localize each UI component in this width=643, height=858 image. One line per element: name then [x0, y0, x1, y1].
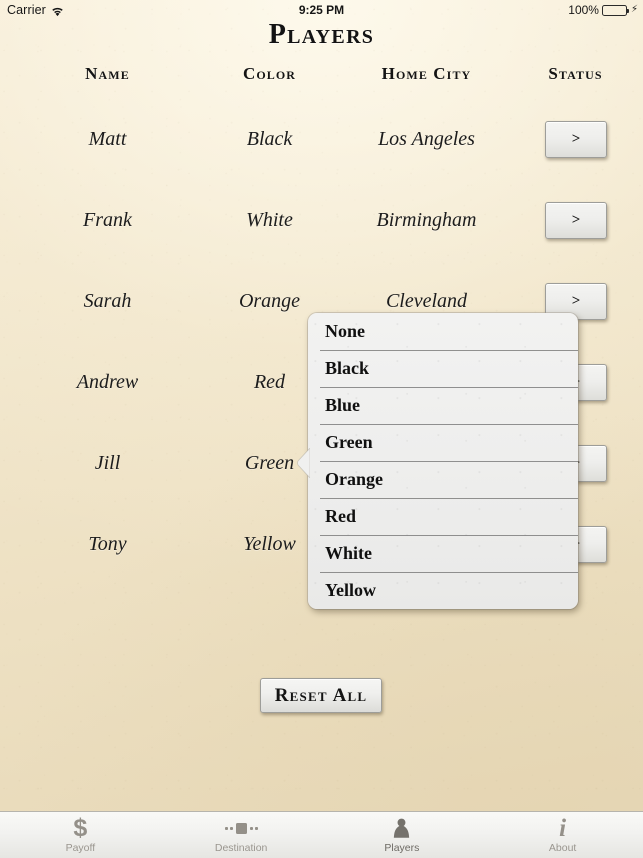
status-button[interactable]: >	[545, 202, 607, 239]
reset-all-button[interactable]: Reset All	[260, 678, 382, 713]
tab-about[interactable]: i About	[482, 812, 643, 858]
player-color[interactable]: White	[192, 199, 347, 241]
status-button[interactable]: >	[545, 121, 607, 158]
pawn-icon	[385, 816, 419, 841]
player-name: Tony	[88, 533, 127, 555]
battery-icon	[601, 4, 629, 16]
tab-bar: $ Payoff Destination Players i About	[0, 811, 643, 858]
player-name: Jill	[94, 452, 121, 474]
tab-players-label: Players	[384, 842, 420, 854]
popover-option-green[interactable]: Green	[308, 424, 578, 461]
player-name: Matt	[88, 128, 127, 150]
dollar-sign-icon: $	[73, 814, 88, 842]
player-name: Andrew	[76, 371, 139, 393]
status-bar-time: 9:25 PM	[298, 3, 345, 17]
status-bar: Carrier 9:25 PM 100% ⚡	[0, 0, 643, 20]
player-name: Frank	[83, 209, 132, 231]
info-icon: i	[559, 815, 567, 842]
popover-option-red[interactable]: Red	[308, 498, 578, 535]
table-row: Matt Black Los Angeles >	[0, 118, 643, 160]
popover-option-none[interactable]: None	[308, 313, 578, 350]
popover-option-yellow[interactable]: Yellow	[308, 572, 578, 609]
color-picker-popover: None Black Blue Green Orange Red White Y…	[308, 313, 578, 609]
route-marker-icon	[224, 816, 258, 841]
battery-percent-label: 100%	[568, 3, 599, 17]
popover-option-blue[interactable]: Blue	[308, 387, 578, 424]
tab-payoff[interactable]: $ Payoff	[0, 812, 161, 858]
popover-option-orange[interactable]: Orange	[308, 461, 578, 498]
status-bar-right: 100% ⚡	[568, 3, 638, 17]
lightning-bolt-icon: ⚡	[630, 4, 638, 15]
player-city[interactable]: Birmingham	[345, 199, 508, 241]
tab-about-label: About	[548, 842, 577, 854]
tab-destination-label: Destination	[214, 842, 268, 854]
player-name: Sarah	[83, 290, 132, 312]
player-color[interactable]: Black	[192, 118, 347, 160]
popover-tail-icon	[297, 446, 311, 480]
tab-payoff-label: Payoff	[65, 842, 96, 854]
tab-players[interactable]: Players	[322, 812, 483, 858]
players-screen: Carrier 9:25 PM 100% ⚡ Players Name Colo…	[0, 0, 643, 858]
tab-destination[interactable]: Destination	[161, 812, 322, 858]
table-row: Frank White Birmingham >	[0, 199, 643, 241]
popover-option-black[interactable]: Black	[308, 350, 578, 387]
player-city[interactable]: Los Angeles	[345, 118, 508, 160]
popover-option-white[interactable]: White	[308, 535, 578, 572]
